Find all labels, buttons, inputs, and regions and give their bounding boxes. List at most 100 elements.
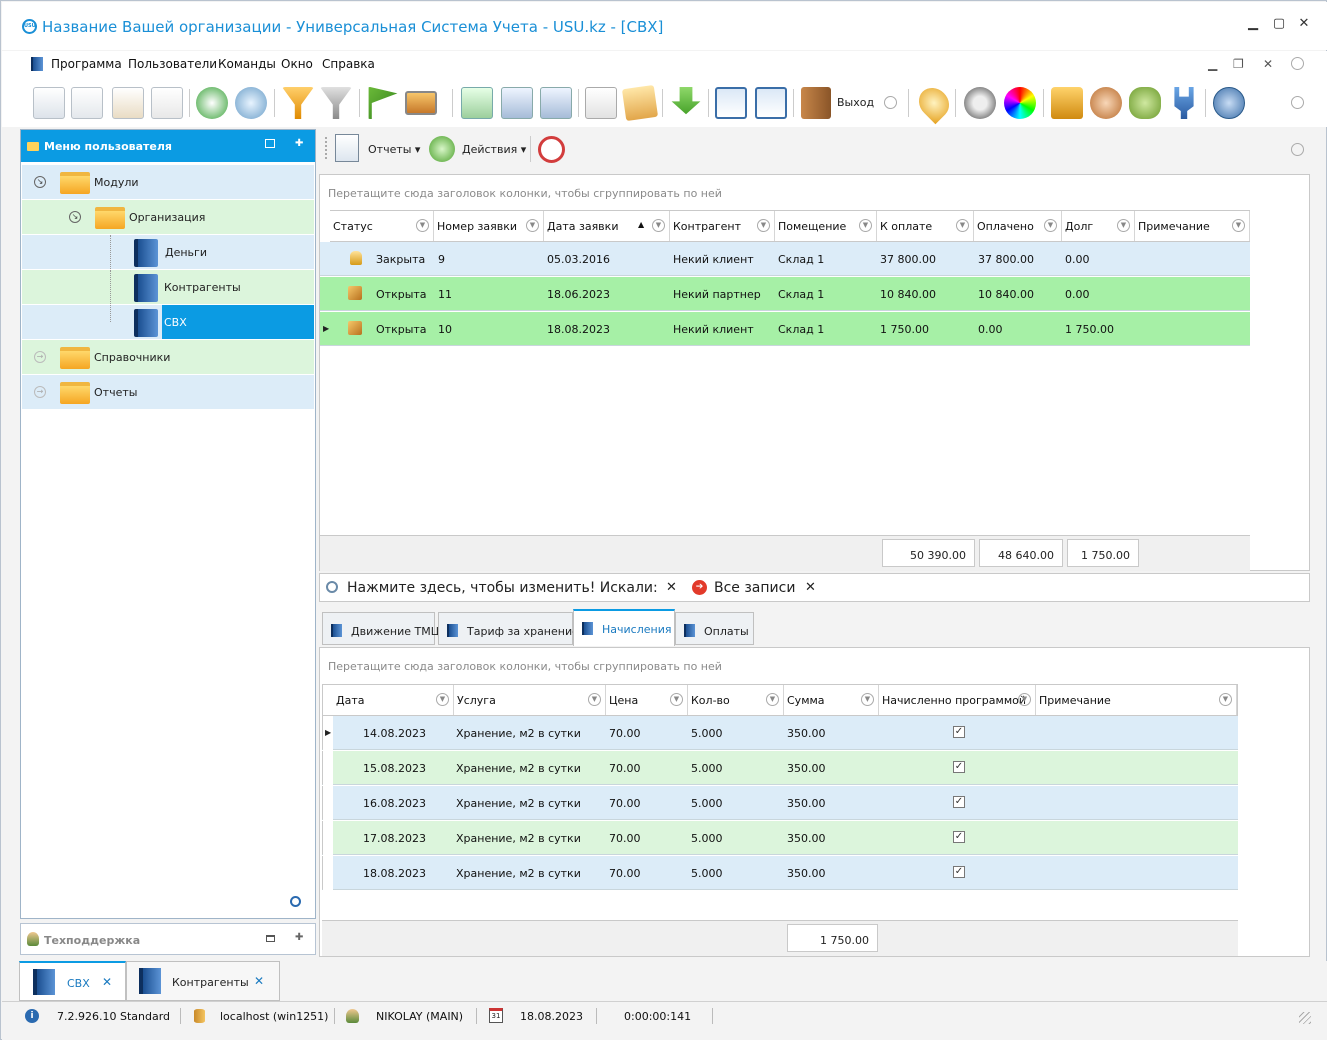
tab-payments[interactable]: Оплаты xyxy=(675,612,754,645)
tab-charges[interactable]: Начисления xyxy=(573,609,675,646)
panel-minimize-icon[interactable] xyxy=(266,935,275,942)
edit-record-icon[interactable] xyxy=(112,87,144,119)
copy-record-icon[interactable] xyxy=(71,87,103,119)
column-header[interactable]: Оплачено ▼ xyxy=(974,211,1062,241)
clear-filter-button[interactable]: ✕ xyxy=(805,580,816,595)
menu-help[interactable]: Справка xyxy=(322,57,375,71)
table-row[interactable]: Открыта 11 18.06.2023 Некий партнер Скла… xyxy=(320,277,1250,311)
column-header[interactable]: К оплате ▼ xyxy=(877,211,974,241)
filter-icon[interactable]: ▼ xyxy=(766,693,779,706)
close-all-windows-icon[interactable] xyxy=(755,87,787,119)
toolbar-options-icon[interactable] xyxy=(884,96,897,109)
flag-icon[interactable] xyxy=(368,87,398,119)
color-palette-icon[interactable] xyxy=(1004,87,1036,119)
users-group-icon[interactable] xyxy=(1129,87,1161,119)
menu-users[interactable]: Пользователи xyxy=(128,57,217,71)
actions-icon[interactable] xyxy=(429,136,455,162)
minimize-button[interactable]: ▁ xyxy=(1243,16,1263,31)
close-tab-button[interactable]: ✕ xyxy=(102,975,112,989)
info-icon[interactable] xyxy=(1213,87,1245,119)
filter-icon[interactable]: ▼ xyxy=(859,219,872,232)
column-header[interactable]: Примечание ▼ xyxy=(1135,211,1250,241)
column-header[interactable]: Услуга ▼ xyxy=(454,685,606,715)
download-icon[interactable] xyxy=(671,87,701,115)
expand-columns-icon[interactable] xyxy=(461,87,493,119)
auto-charged-checkbox[interactable]: ✓ xyxy=(953,761,965,773)
filter-icon[interactable]: ▼ xyxy=(1219,693,1232,706)
toolbar-collapse-icon[interactable] xyxy=(1291,96,1304,109)
table-row[interactable]: 17.08.2023 Хранение, м2 в сутки 70.00 5.… xyxy=(322,821,1238,855)
tree-item-references[interactable]: → Справочники xyxy=(22,340,314,374)
filter-icon[interactable] xyxy=(282,87,314,119)
menu-commands[interactable]: Команды xyxy=(218,57,276,71)
collapse-icon[interactable]: ↘ xyxy=(69,211,81,223)
reports-icon[interactable] xyxy=(335,134,359,162)
clock-icon[interactable] xyxy=(538,136,565,163)
table-row[interactable]: Закрыта 9 05.03.2016 Некий клиент Склад … xyxy=(320,242,1250,276)
filter-icon[interactable]: ▼ xyxy=(757,219,770,232)
expand-icon[interactable]: → xyxy=(34,386,46,398)
column-header[interactable]: Кол-во ▼ xyxy=(688,685,784,715)
tree-search-icon[interactable] xyxy=(290,896,301,907)
close-button[interactable]: ✕ xyxy=(1294,16,1314,31)
column-header[interactable]: Начисленно программой ▼ xyxy=(879,685,1036,715)
filter-icon[interactable]: ▼ xyxy=(1018,693,1031,706)
filter-icon[interactable]: ▼ xyxy=(1044,219,1057,232)
filter-icon[interactable]: ▼ xyxy=(956,219,969,232)
auto-charged-checkbox[interactable]: ✓ xyxy=(953,796,965,808)
doc-tab-svh[interactable]: СВХ ✕ xyxy=(19,961,126,1001)
table-row[interactable]: 18.08.2023 Хранение, м2 в сутки 70.00 5.… xyxy=(322,856,1238,890)
menu-window[interactable]: Окно xyxy=(281,57,313,71)
panel-pin-icon[interactable]: ✚ xyxy=(295,138,303,149)
mdi-restore-button[interactable]: ❐ xyxy=(1233,57,1244,71)
resize-grip-icon[interactable] xyxy=(1299,1012,1311,1024)
actions-dropdown[interactable]: Действия ▾ xyxy=(462,143,526,156)
exit-label[interactable]: Выход xyxy=(837,96,874,109)
maximize-button[interactable]: ▢ xyxy=(1269,16,1289,31)
tree-collapse-icon[interactable] xyxy=(540,87,572,119)
tree-item-svh[interactable]: СВХ xyxy=(22,305,314,339)
tree-item-modules[interactable]: ↘ Модули xyxy=(22,165,314,199)
filter-icon[interactable]: ▼ xyxy=(1117,219,1130,232)
mdi-close-button[interactable]: ✕ xyxy=(1263,57,1273,71)
search-icon[interactable] xyxy=(235,87,267,119)
user-key-icon[interactable] xyxy=(1090,87,1122,119)
tree-item-organization[interactable]: ↘ Организация xyxy=(22,200,314,234)
filter-icon[interactable]: ▼ xyxy=(652,219,665,232)
doc-tab-contractors[interactable]: Контрагенты ✕ xyxy=(126,961,280,1001)
filter-icon[interactable]: ▼ xyxy=(1232,219,1245,232)
tree-item-reports[interactable]: → Отчеты xyxy=(22,375,314,409)
filter-icon[interactable]: ▼ xyxy=(416,219,429,232)
filter-icon[interactable]: ▼ xyxy=(436,693,449,706)
clear-search-button[interactable]: ✕ xyxy=(666,580,677,595)
table-row[interactable]: ▶ Открыта 10 18.08.2023 Некий клиент Скл… xyxy=(320,312,1250,346)
tab-goods-movement[interactable]: Движение ТМЦ xyxy=(322,612,439,645)
subtoolbar-collapse-icon[interactable] xyxy=(1291,143,1304,156)
filter-icon[interactable]: ▼ xyxy=(526,219,539,232)
filter-icon[interactable]: ▼ xyxy=(861,693,874,706)
settings-gear-icon[interactable] xyxy=(964,87,996,119)
auto-charged-checkbox[interactable]: ✓ xyxy=(953,831,965,843)
column-header[interactable]: Примечание ▼ xyxy=(1036,685,1237,715)
filter-icon[interactable]: ▼ xyxy=(670,693,683,706)
filter-icon[interactable]: ▼ xyxy=(588,693,601,706)
notes-icon[interactable] xyxy=(621,84,659,122)
filter-clear-icon[interactable] xyxy=(320,87,352,119)
filter-bar[interactable]: Нажмите здесь, чтобы изменить! Искали: ✕… xyxy=(319,573,1310,602)
collapse-icon[interactable]: ↘ xyxy=(34,176,46,188)
expand-icon[interactable]: → xyxy=(34,351,46,363)
column-header[interactable]: Помещение ▼ xyxy=(775,211,877,241)
table-row[interactable]: 16.08.2023 Хранение, м2 в сутки 70.00 5.… xyxy=(322,786,1238,820)
filter-value[interactable]: Все записи xyxy=(714,580,795,596)
image-icon[interactable] xyxy=(405,91,437,115)
mdi-minimize-button[interactable]: ▁ xyxy=(1208,57,1217,71)
column-header[interactable]: Долг ▼ xyxy=(1062,211,1135,241)
panel-float-icon[interactable] xyxy=(265,139,275,148)
column-header[interactable]: Контрагент ▼ xyxy=(670,211,775,241)
tab-storage-tariff[interactable]: Тариф за хранение xyxy=(438,612,579,645)
menu-program[interactable]: Программа xyxy=(51,57,122,71)
tree-item-contractors[interactable]: Контрагенты xyxy=(22,270,314,304)
column-header[interactable]: Цена ▼ xyxy=(606,685,688,715)
tree-expand-icon[interactable] xyxy=(501,87,533,119)
auto-charged-checkbox[interactable]: ✓ xyxy=(953,726,965,738)
